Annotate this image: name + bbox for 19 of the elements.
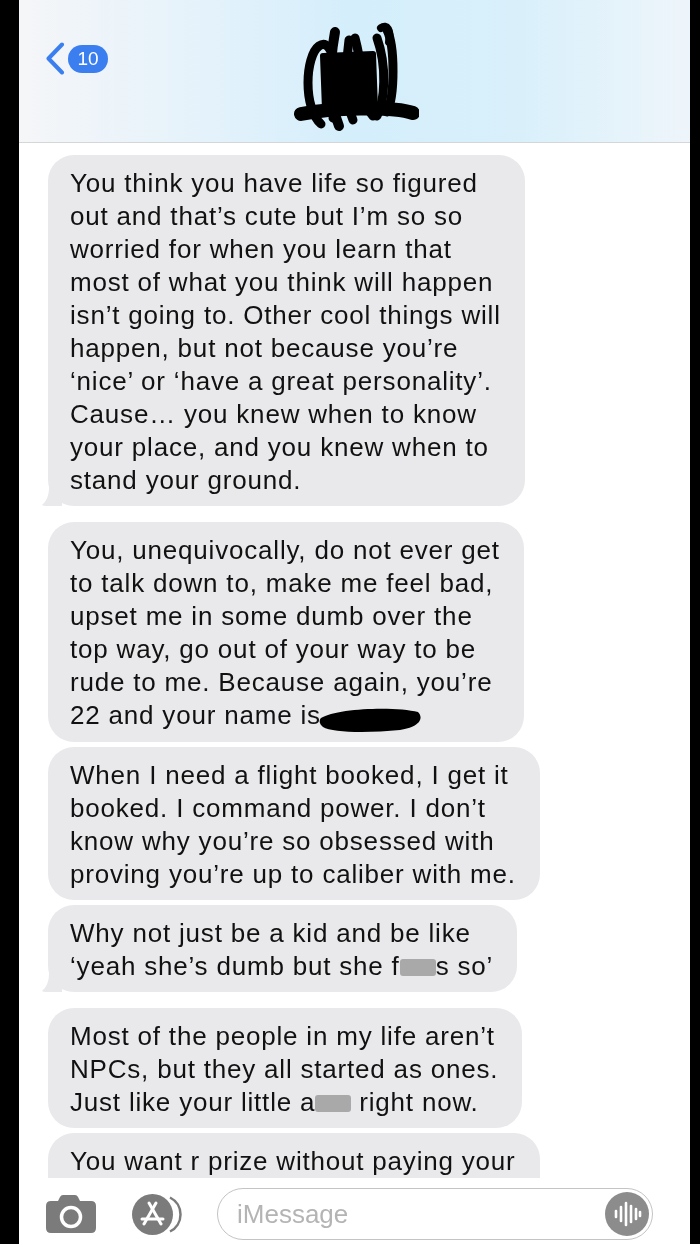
message-text: Most of the people in my life aren’t NPCs, but they all started as ones. bbox=[70, 1020, 499, 1086]
blur-patch-icon bbox=[315, 1095, 352, 1112]
camera-icon[interactable] bbox=[46, 1195, 96, 1233]
message-field[interactable]: iMessage bbox=[217, 1188, 653, 1240]
message-text: You want r prize without paying your bbox=[70, 1145, 516, 1178]
message-text: You think you have life so figured out and that’s cute but I’m so so worried for when you learn that most of what you think will happen isn’t going to. Other cool things will happen, but not because you’re ‘nice’ or ‘have a great personality’. Cause… you knew when to know your place, and you knew when to stand your ground. bbox=[70, 167, 501, 497]
message-text: Just like your little a bbox=[70, 1087, 316, 1117]
back-button[interactable]: 10 bbox=[45, 42, 108, 75]
message-text: ‘yeah she’s dumb but she f bbox=[70, 951, 400, 981]
message-text: s so’ bbox=[435, 951, 494, 981]
blur-patch-icon bbox=[399, 959, 436, 976]
message-text: When I need a flight booked, I get it booked. I command power. I don’t know why you’re so obsessed with proving you’re up to caliber with me. bbox=[70, 759, 516, 891]
message-text: 22 and your name is bbox=[70, 700, 321, 730]
message-text: Why not just be a kid and be like bbox=[70, 917, 472, 950]
message-text: You, unequivocally, do not ever get to talk down to, make me feel bad, upset me in some dumb over the top way, go out of your way to be rude to me. Because again, you’re bbox=[70, 534, 500, 699]
message-text: right now. bbox=[358, 1087, 479, 1117]
waveform-icon[interactable] bbox=[605, 1192, 649, 1236]
chevron-left-icon bbox=[45, 42, 65, 75]
unread-count-badge: 10 bbox=[68, 44, 108, 73]
